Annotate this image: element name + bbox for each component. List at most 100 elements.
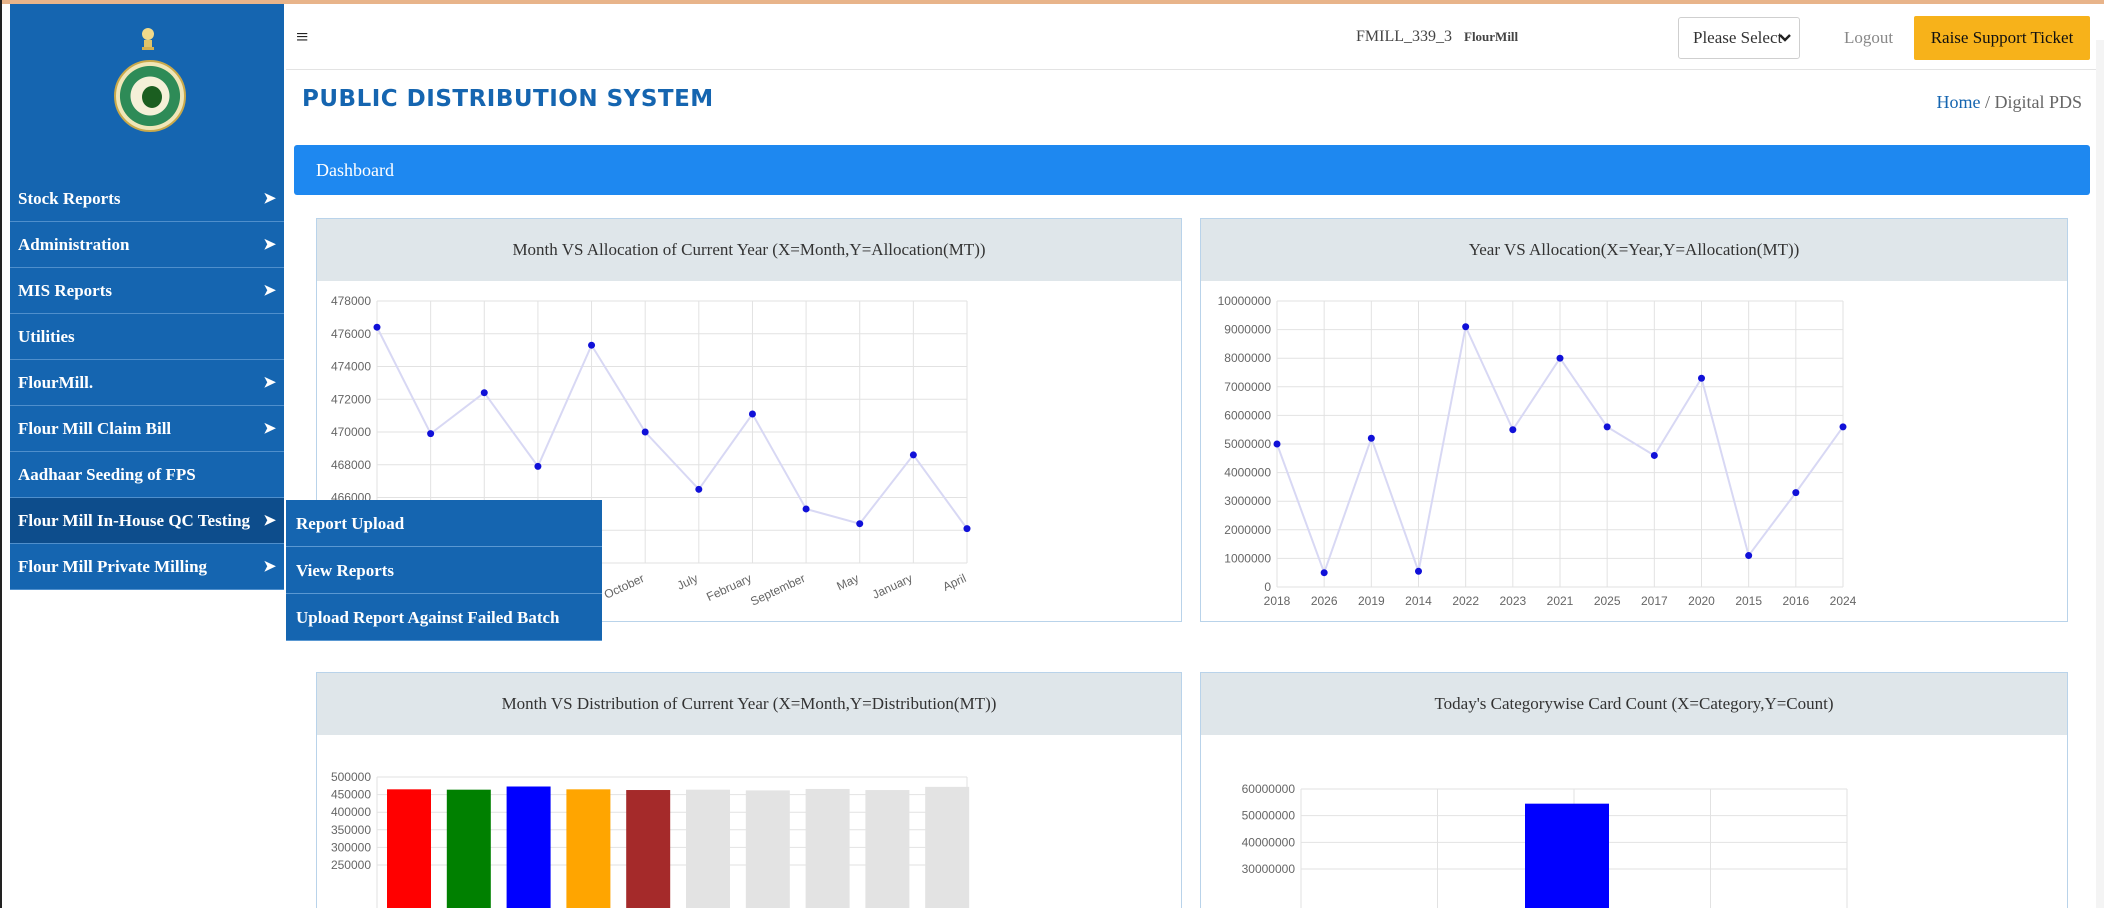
y-tick-label: 470000 <box>331 425 371 439</box>
data-point[interactable] <box>1320 569 1328 577</box>
month-distribution-chart-card: Month VS Distribution of Current Year (X… <box>316 672 1182 908</box>
sidebar-item[interactable]: Stock Reports ➤ <box>10 176 284 222</box>
y-tick-label: 1000000 <box>1224 551 1271 565</box>
y-tick-label: 350000 <box>331 823 371 837</box>
raise-support-ticket-button[interactable]: Raise Support Ticket <box>1914 16 2090 60</box>
window-left-edge <box>0 0 2 908</box>
sidebar-item[interactable]: Flour Mill Private Milling ➤ <box>10 544 284 590</box>
role-select[interactable]: Please Select <box>1678 17 1800 59</box>
data-point[interactable] <box>1367 434 1375 442</box>
data-point[interactable] <box>427 430 435 438</box>
bar[interactable] <box>686 789 730 908</box>
series-line <box>376 326 968 530</box>
arrow-right-icon: ➤ <box>263 283 276 299</box>
x-tick-label: February <box>704 571 753 604</box>
x-tick-label: January <box>870 571 915 602</box>
sidebar-item-label: Utilities <box>18 327 75 346</box>
data-point[interactable] <box>1650 451 1658 459</box>
data-point[interactable] <box>1839 423 1847 431</box>
bar[interactable] <box>566 789 611 908</box>
data-point[interactable] <box>1415 567 1422 575</box>
x-tick-label: 2025 <box>1594 594 1621 608</box>
data-point[interactable] <box>909 451 917 459</box>
data-point[interactable] <box>963 525 971 533</box>
chevron-down-icon <box>1779 18 1791 75</box>
y-tick-label: 472000 <box>331 392 371 406</box>
sidebar-header <box>10 4 284 176</box>
sidebar-item[interactable]: Aadhaar Seeding of FPS <box>10 452 284 498</box>
data-point[interactable] <box>373 323 381 331</box>
y-tick-label: 468000 <box>331 458 371 472</box>
data-point[interactable] <box>695 485 703 493</box>
submenu-item[interactable]: View Reports <box>286 547 602 594</box>
page-title: PUBLIC DISTRIBUTION SYSTEM <box>302 86 714 112</box>
data-point[interactable] <box>1273 440 1281 448</box>
sidebar-item-label: FlourMill. <box>18 373 94 392</box>
user-info: FMILL_339_3 FlourMill <box>1356 28 1518 46</box>
y-tick-label: 478000 <box>331 294 371 308</box>
sidebar-item-label: MIS Reports <box>18 281 112 300</box>
bar[interactable] <box>745 790 790 908</box>
bar[interactable] <box>865 790 910 908</box>
x-tick-label: October <box>602 571 647 602</box>
sidebar-item-label: Aadhaar Seeding of FPS <box>18 465 196 484</box>
submenu-item[interactable]: Upload Report Against Failed Batch <box>286 594 602 641</box>
hamburger-menu-icon[interactable]: ≡ <box>296 24 308 50</box>
sidebar-item[interactable]: Administration ➤ <box>10 222 284 268</box>
data-point[interactable] <box>1462 323 1470 331</box>
topbar: ≡ FMILL_339_3 FlourMill Please Select Lo… <box>286 4 2104 70</box>
sidebar-item[interactable]: FlourMill. ➤ <box>10 360 284 406</box>
data-point[interactable] <box>856 520 864 528</box>
sidebar-item[interactable]: Flour Mill Claim Bill ➤ <box>10 406 284 452</box>
x-tick-label: 2026 <box>1311 594 1338 608</box>
arrow-right-icon: ➤ <box>263 191 276 207</box>
bar[interactable] <box>925 786 970 908</box>
sidebar-item-label: Flour Mill Private Milling <box>18 557 208 576</box>
y-tick-label: 40000000 <box>1242 835 1296 849</box>
y-tick-label: 300000 <box>331 840 371 854</box>
y-tick-label: 0 <box>1264 580 1271 594</box>
dashboard-header: Dashboard <box>294 145 2090 195</box>
data-point[interactable] <box>1603 423 1611 431</box>
logout-link[interactable]: Logout <box>1844 28 1893 48</box>
user-id: FMILL_339_3 <box>1356 28 1452 45</box>
breadcrumb-home-link[interactable]: Home <box>1936 92 1980 112</box>
arrow-right-icon: ➤ <box>263 513 276 529</box>
bar[interactable] <box>626 790 671 908</box>
data-point[interactable] <box>1509 426 1517 434</box>
submenu-item[interactable]: Report Upload <box>286 500 602 547</box>
sidebar-item[interactable]: Utilities <box>10 314 284 360</box>
x-tick-label: 2022 <box>1452 594 1479 608</box>
data-point[interactable] <box>480 389 488 397</box>
y-tick-label: 400000 <box>331 805 371 819</box>
y-tick-label: 474000 <box>331 360 371 374</box>
bar[interactable] <box>446 789 491 908</box>
data-point[interactable] <box>1556 354 1564 362</box>
sidebar-item-label: Flour Mill Claim Bill <box>18 419 172 438</box>
arrow-right-icon: ➤ <box>263 375 276 391</box>
data-point[interactable] <box>1745 552 1753 560</box>
y-tick-label: 10000000 <box>1218 294 1272 308</box>
y-tick-label: 7000000 <box>1224 380 1271 394</box>
y-tick-label: 6000000 <box>1224 408 1271 422</box>
x-tick-label: 2015 <box>1735 594 1762 608</box>
data-point[interactable] <box>802 505 810 513</box>
arrow-right-icon: ➤ <box>263 421 276 437</box>
chart-title: Month VS Distribution of Current Year (X… <box>317 673 1181 735</box>
page-scrollbar[interactable] <box>2096 40 2104 908</box>
sidebar-item[interactable]: Flour Mill In-House QC Testing ➤ <box>10 498 284 544</box>
data-point[interactable] <box>1698 374 1705 382</box>
data-point[interactable] <box>748 410 756 418</box>
bar[interactable] <box>805 788 850 908</box>
data-point[interactable] <box>588 341 596 349</box>
bar[interactable] <box>1525 803 1609 908</box>
data-point[interactable] <box>641 428 649 436</box>
bar[interactable] <box>506 786 551 908</box>
sidebar-item[interactable]: MIS Reports ➤ <box>10 268 284 314</box>
data-point[interactable] <box>534 462 542 470</box>
y-tick-label: 500000 <box>331 770 371 784</box>
category-card-count-chart: 60000000 50000000 40000000 30000000 <box>1242 782 1848 908</box>
bar[interactable] <box>387 789 431 908</box>
data-point[interactable] <box>1792 489 1800 497</box>
year-allocation-chart-card: Year VS Allocation(X=Year,Y=Allocation(M… <box>1200 218 2068 622</box>
